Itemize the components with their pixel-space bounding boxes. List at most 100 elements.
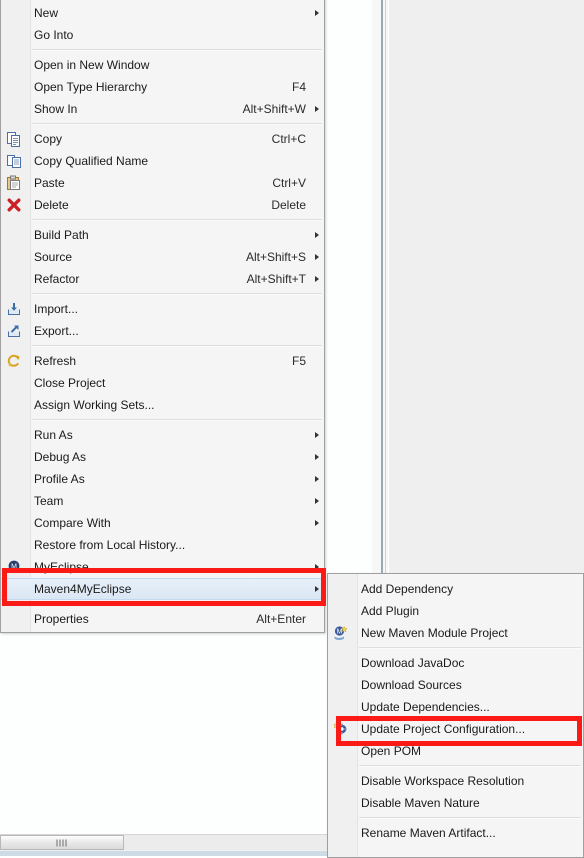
menu-item-label: Source [34,250,73,264]
menu-item-label: Compare With [34,516,111,530]
menu-item-download-javadoc[interactable]: Download JavaDoc [328,652,583,674]
paste-icon [6,175,22,191]
menu-item-export[interactable]: Export... [1,320,324,342]
submenu-arrow-icon [315,586,319,592]
menu-item-shortcut: Alt+Shift+T [246,272,306,286]
submenu-arrow-icon [315,10,319,16]
menu-item-label: New [34,6,59,20]
menu-item-shortcut: Delete [271,198,306,212]
menu-item-label: Assign Working Sets... [34,398,155,412]
menu-item-update-dependencies[interactable]: Update Dependencies... [328,696,583,718]
menu-item-label: Refresh [34,354,77,368]
menu-separator [32,603,322,605]
menu-item-label: Debug As [34,450,87,464]
myeclipse-icon: M [6,559,22,575]
menu-item-label: Copy Qualified Name [34,154,149,168]
menu-item-add-dependency[interactable]: Add Dependency [328,578,583,600]
menu-item-new[interactable]: New [1,2,324,24]
submenu-arrow-icon [315,276,319,282]
menu-item-source[interactable]: Source Alt+Shift+S [1,246,324,268]
project-context-menu[interactable]: New Go Into Open in New Window Open Type Hi… [0,0,325,633]
menu-item-disable-maven-nature[interactable]: Disable Maven Nature [328,792,583,814]
menu-separator [32,293,322,295]
menu-item-download-sources[interactable]: Download Sources [328,674,583,696]
menu-item-profile-as[interactable]: Profile As [1,468,324,490]
menu-item-restore-from-local-history[interactable]: Restore from Local History... [1,534,324,556]
menu-item-label: Update Dependencies... [361,700,490,714]
menu-item-copy-qualified-name[interactable]: Copy Qualified Name [1,150,324,172]
menu-item-update-project-configuration[interactable]: Update Project Configuration... [328,718,583,740]
menu-item-close-project[interactable]: Close Project [1,372,324,394]
menu-item-go-into[interactable]: Go Into [1,24,324,46]
menu-separator [32,345,322,347]
menu-item-assign-working-sets[interactable]: Assign Working Sets... [1,394,324,416]
menu-separator [32,419,322,421]
menu-item-label: Export... [34,324,79,338]
menu-item-label: Open in New Window [34,58,150,72]
menu-item-label: Add Dependency [361,582,454,596]
menu-item-show-in[interactable]: Show In Alt+Shift+W [1,98,324,120]
menu-item-label: New Maven Module Project [361,626,508,640]
menu-item-label: Restore from Local History... [34,538,186,552]
menu-separator [359,817,581,819]
menu-item-label: Rename Maven Artifact... [361,826,496,840]
menu-item-maven4myeclipse[interactable]: Maven4MyEclipse [1,578,324,600]
menu-separator [32,123,322,125]
svg-text:M: M [337,629,343,636]
menu-item-debug-as[interactable]: Debug As [1,446,324,468]
menu-item-run-as[interactable]: Run As [1,424,324,446]
maven4myeclipse-submenu[interactable]: Add Dependency Add Plugin M New Maven Modul… [327,573,584,858]
submenu-arrow-icon [315,454,319,460]
menu-item-open-type-hierarchy[interactable]: Open Type Hierarchy F4 [1,76,324,98]
submenu-arrow-icon [315,476,319,482]
menu-item-label: Properties [34,612,89,626]
submenu-arrow-icon [315,498,319,504]
menu-item-label: Import... [34,302,79,316]
menu-item-open-pom[interactable]: Open POM [328,740,583,762]
menu-separator [32,49,322,51]
menu-item-refresh[interactable]: Refresh F5 [1,350,324,372]
menu-item-label: Team [34,494,64,508]
menu-item-label: Open POM [361,744,422,758]
menu-separator [359,765,581,767]
delete-icon [6,197,22,213]
submenu-arrow-icon [315,432,319,438]
menu-item-import[interactable]: Import... [1,298,324,320]
menu-item-label: Go Into [34,28,74,42]
menu-item-build-path[interactable]: Build Path [1,224,324,246]
menu-item-label: MyEclipse [34,560,89,574]
menu-item-properties[interactable]: Properties Alt+Enter [1,608,324,630]
menu-item-label: Close Project [34,376,106,390]
submenu-arrow-icon [315,106,319,112]
menu-item-label: Show In [34,102,78,116]
menu-item-label: Download Sources [361,678,462,692]
import-icon [6,301,22,317]
menu-item-new-maven-module-project[interactable]: M New Maven Module Project [328,622,583,644]
menu-item-label: Maven4MyEclipse [34,582,132,596]
menu-item-label: Profile As [34,472,85,486]
scrollbar-grip-icon [56,839,68,846]
menu-item-label: Copy [34,132,63,146]
submenu-arrow-icon [315,254,319,260]
menu-item-label: Paste [34,176,65,190]
horizontal-scrollbar-thumb[interactable] [0,835,124,850]
menu-item-add-plugin[interactable]: Add Plugin [328,600,583,622]
update-project-config-icon [333,721,349,737]
menu-item-compare-with[interactable]: Compare With [1,512,324,534]
menu-item-label: Refactor [34,272,80,286]
menu-item-disable-workspace-resolution[interactable]: Disable Workspace Resolution [328,770,583,792]
menu-item-shortcut: Alt+Shift+W [242,102,306,116]
menu-item-label: Update Project Configuration... [361,722,526,736]
menu-item-delete[interactable]: Delete Delete [1,194,324,216]
submenu-arrow-icon [315,520,319,526]
menu-item-copy[interactable]: Copy Ctrl+C [1,128,324,150]
menu-item-refactor[interactable]: Refactor Alt+Shift+T [1,268,324,290]
menu-item-label: Download JavaDoc [361,656,465,670]
menu-item-open-in-new-window[interactable]: Open in New Window [1,54,324,76]
menu-item-rename-maven-artifact[interactable]: Rename Maven Artifact... [328,822,583,844]
menu-item-team[interactable]: Team [1,490,324,512]
menu-item-shortcut: Alt+Shift+S [245,250,306,264]
menu-item-paste[interactable]: Paste Ctrl+V [1,172,324,194]
menu-item-myeclipse[interactable]: M MyEclipse [1,556,324,578]
menu-separator [32,219,322,221]
